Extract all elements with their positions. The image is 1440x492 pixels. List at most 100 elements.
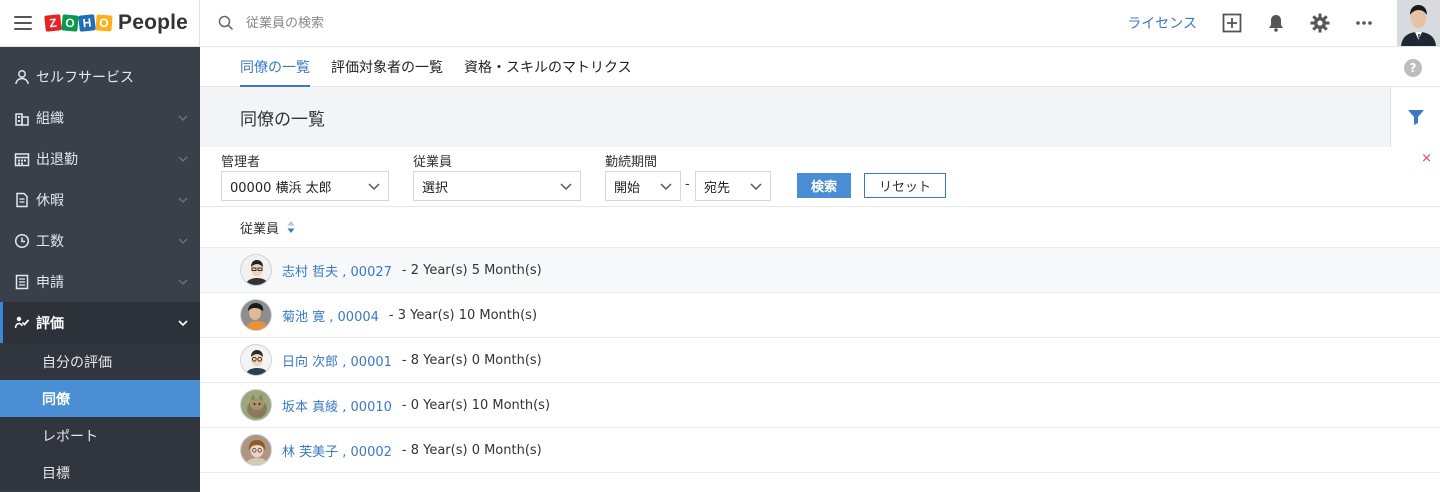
table-row: 坂本 真綾 , 00010 - 0 Year(s) 10 Month(s) (200, 383, 1440, 428)
sidebar-subitem-goals[interactable]: 目標 (0, 454, 200, 491)
zoho-letter: O (95, 14, 113, 32)
search-icon[interactable] (218, 15, 234, 31)
building-icon (14, 110, 30, 126)
sidebar-item-label: セルフサービス (36, 69, 134, 86)
period-start-select[interactable]: 開始 (605, 171, 681, 201)
manager-select-value: 00000 横浜 太郎 (230, 180, 332, 196)
period-end-select[interactable]: 宛先 (695, 171, 771, 201)
chevron-down-icon (178, 197, 188, 203)
employee-tenure: - 0 Year(s) 10 Month(s) (401, 397, 551, 413)
table-row: 林 芙美子 , 00002 - 8 Year(s) 0 Month(s) (200, 428, 1440, 473)
bell-icon[interactable] (1265, 12, 1287, 34)
page-title: 同僚の一覧 (240, 109, 325, 130)
period-start-value: 開始 (614, 180, 641, 196)
zoho-letter: Z (44, 14, 62, 32)
sidebar-item-attendance[interactable]: 出退勤 (0, 138, 200, 179)
table-row: 日向 次郎 , 00001 - 8 Year(s) 0 Month(s) (200, 338, 1440, 383)
search-button[interactable]: 検索 (797, 173, 851, 198)
tab-appraisee-list[interactable]: 評価対象者の一覧 (331, 47, 443, 87)
sidebar-subitem-peers[interactable]: 同僚 (0, 380, 200, 417)
tab-peers-list[interactable]: 同僚の一覧 (240, 47, 310, 87)
zoho-letter: H (78, 14, 96, 32)
column-header-employee: 従業員 (240, 221, 280, 237)
gear-icon[interactable] (1309, 12, 1331, 34)
filter-toggle-button[interactable] (1390, 87, 1440, 147)
top-bar: ライセンス (200, 0, 1440, 47)
close-filter-icon[interactable]: × (1421, 151, 1432, 166)
sidebar-item-label: 申請 (36, 274, 64, 291)
employee-select[interactable]: 選択 (413, 171, 581, 201)
hamburger-menu-icon[interactable] (14, 16, 32, 30)
employee-tenure: - 8 Year(s) 0 Month(s) (401, 352, 542, 368)
tab-skill-matrix[interactable]: 資格・スキルのマトリクス (464, 47, 632, 87)
user-avatar[interactable] (1397, 0, 1440, 46)
employee-avatar[interactable] (240, 434, 272, 466)
user-icon (14, 69, 30, 85)
employee-tenure: - 8 Year(s) 0 Month(s) (401, 442, 542, 458)
help-icon[interactable]: ? (1404, 59, 1422, 77)
sidebar-item-label: 工数 (36, 233, 64, 250)
table-row: 菊池 寛 , 00004 - 3 Year(s) 10 Month(s) (200, 293, 1440, 338)
sidebar-item-self-service[interactable]: セルフサービス (0, 56, 200, 97)
sub-navigation-tabs: 同僚の一覧 評価対象者の一覧 資格・スキルのマトリクス ? (200, 47, 1440, 87)
sort-icon[interactable] (287, 221, 295, 233)
table-header: 従業員 (200, 207, 1440, 248)
period-separator: - (685, 177, 690, 192)
sidebar-header: Z O H O People (0, 0, 200, 47)
license-link[interactable]: ライセンス (1127, 13, 1197, 33)
search-bar (200, 0, 1127, 46)
employee-name-link[interactable]: 坂本 真綾 , 00010 (282, 396, 392, 415)
employee-tenure: - 2 Year(s) 5 Month(s) (401, 262, 542, 278)
chevron-down-icon (560, 183, 572, 191)
more-options-icon[interactable] (1353, 12, 1375, 34)
sidebar: Z O H O People セルフサービス 組織 出退勤 休暇 工数 申請 評… (0, 0, 200, 492)
chevron-down-icon (178, 238, 188, 244)
employee-name-link[interactable]: 林 芙美子 , 00002 (282, 441, 392, 460)
employee-list: 志村 哲夫 , 00027 - 2 Year(s) 5 Month(s) 菊池 … (200, 248, 1440, 473)
calendar-icon (14, 151, 30, 167)
manager-select[interactable]: 00000 横浜 太郎 (221, 171, 389, 201)
chevron-down-icon (178, 115, 188, 121)
chevron-down-icon (750, 183, 762, 191)
sidebar-subitem-my-appraisal[interactable]: 自分の評価 (0, 343, 200, 380)
sidebar-item-label: 評価 (36, 315, 64, 332)
product-name: People (118, 11, 189, 34)
sidebar-item-label: 組織 (36, 110, 64, 127)
chevron-down-icon (178, 319, 188, 326)
filter-panel: 管理者 00000 横浜 太郎 従業員 選択 勤続期間 開始 - 宛先 検索 リ… (200, 147, 1440, 207)
employee-avatar[interactable] (240, 389, 272, 421)
chevron-down-icon (178, 156, 188, 162)
employee-select-value: 選択 (422, 180, 449, 196)
filter-icon (1407, 110, 1424, 125)
sidebar-item-performance[interactable]: 評価 (0, 302, 200, 343)
performance-icon (14, 315, 30, 331)
employee-name-link[interactable]: 日向 次郎 , 00001 (282, 351, 392, 370)
employee-tenure: - 3 Year(s) 10 Month(s) (388, 307, 538, 323)
sidebar-item-leave[interactable]: 休暇 (0, 179, 200, 220)
manager-label: 管理者 (221, 155, 261, 170)
zoho-logo: Z O H O (44, 14, 113, 32)
zoho-letter: O (61, 14, 79, 32)
chevron-down-icon (178, 279, 188, 285)
leave-icon (14, 192, 30, 208)
sidebar-item-timesheet[interactable]: 工数 (0, 220, 200, 261)
sidebar-item-organization[interactable]: 組織 (0, 97, 200, 138)
sidebar-subitem-reports[interactable]: レポート (0, 417, 200, 454)
employee-name-link[interactable]: 菊池 寛 , 00004 (282, 306, 379, 325)
sidebar-item-label: 休暇 (36, 192, 64, 209)
zoho-people-logo[interactable]: Z O H O People (44, 11, 189, 35)
employee-avatar[interactable] (240, 254, 272, 286)
clock-icon (14, 233, 30, 249)
sidebar-item-requests[interactable]: 申請 (0, 261, 200, 302)
tenure-period-label: 勤続期間 (605, 155, 658, 170)
chevron-down-icon (368, 183, 380, 191)
period-end-value: 宛先 (704, 180, 731, 196)
chevron-down-icon (660, 183, 672, 191)
reset-button[interactable]: リセット (864, 173, 946, 198)
employee-name-link[interactable]: 志村 哲夫 , 00027 (282, 261, 392, 280)
employee-search-input[interactable] (246, 15, 546, 31)
employee-avatar[interactable] (240, 344, 272, 376)
add-icon[interactable] (1221, 12, 1243, 34)
employee-avatar[interactable] (240, 299, 272, 331)
table-row: 志村 哲夫 , 00027 - 2 Year(s) 5 Month(s) (200, 248, 1440, 293)
